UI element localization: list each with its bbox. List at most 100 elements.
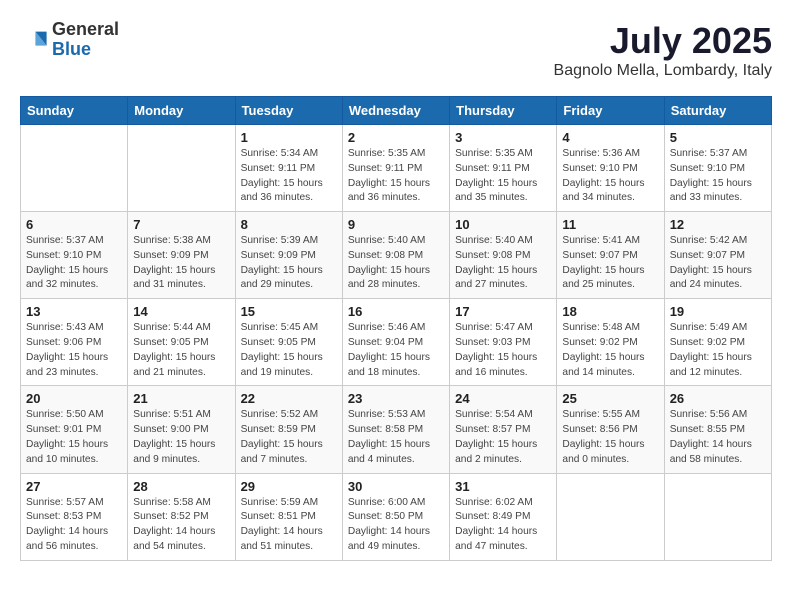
table-row: 7 Sunrise: 5:38 AM Sunset: 9:09 PM Daylig… <box>128 212 235 299</box>
table-row: 29 Sunrise: 5:59 AM Sunset: 8:51 PM Dayli… <box>235 473 342 560</box>
table-row: 30Sunrise: 6:00 AM Sunset: 8:50 PM Dayli… <box>342 473 449 560</box>
day-number: 7 <box>133 217 229 232</box>
col-tuesday: Tuesday <box>235 97 342 125</box>
logo: General Blue <box>20 20 119 60</box>
table-row: 13 Sunrise: 5:43 AM Sunset: 9:06 PM Dayli… <box>21 299 128 386</box>
day-number: 12 <box>670 217 766 232</box>
table-row: 28Sunrise: 5:58 AM Sunset: 8:52 PM Dayli… <box>128 473 235 560</box>
day-number: 10 <box>455 217 551 232</box>
table-row: 6Sunrise: 5:37 AM Sunset: 9:10 PM Daylig… <box>21 212 128 299</box>
day-number: 31 <box>455 479 551 494</box>
col-sunday: Sunday <box>21 97 128 125</box>
table-row: 18Sunrise: 5:48 AM Sunset: 9:02 PM Dayli… <box>557 299 664 386</box>
col-saturday: Saturday <box>664 97 771 125</box>
day-number: 23 <box>348 391 444 406</box>
day-number: 24 <box>455 391 551 406</box>
table-row: 20 Sunrise: 5:50 AM Sunset: 9:01 PM Dayli… <box>21 386 128 473</box>
day-info: Sunrise: 5:44 AM Sunset: 9:05 PM Dayligh… <box>133 321 229 380</box>
table-row: 10 Sunrise: 5:40 AM Sunset: 9:08 PM Dayli… <box>450 212 557 299</box>
day-info: Sunrise: 5:50 AM Sunset: 9:01 PM Dayligh… <box>26 408 122 467</box>
day-info: Sunrise: 5:57 AM Sunset: 8:53 PM Dayligh… <box>26 496 122 555</box>
logo-general: General <box>52 19 119 39</box>
day-info: Sunrise: 5:38 AM Sunset: 9:09 PM Dayligh… <box>133 234 229 293</box>
day-info: Sunrise: 5:52 AM Sunset: 8:59 PM Dayligh… <box>241 408 337 467</box>
day-number: 28 <box>133 479 229 494</box>
day-info: Sunrise: 5:46 AM Sunset: 9:04 PM Dayligh… <box>348 321 444 380</box>
calendar-week-3: 13 Sunrise: 5:43 AM Sunset: 9:06 PM Dayli… <box>21 299 772 386</box>
day-info: Sunrise: 5:41 AM Sunset: 9:07 PM Dayligh… <box>562 234 658 293</box>
calendar-table: Sunday Monday Tuesday Wednesday Thursday… <box>20 96 772 561</box>
table-row: 3Sunrise: 5:35 AM Sunset: 9:11 PM Daylig… <box>450 125 557 212</box>
day-info: Sunrise: 5:48 AM Sunset: 9:02 PM Dayligh… <box>562 321 658 380</box>
day-info: Sunrise: 5:54 AM Sunset: 8:57 PM Dayligh… <box>455 408 551 467</box>
day-number: 8 <box>241 217 337 232</box>
day-number: 16 <box>348 304 444 319</box>
table-row: 1 Sunrise: 5:34 AM Sunset: 9:11 PM Daylig… <box>235 125 342 212</box>
day-number: 1 <box>241 130 337 145</box>
calendar-week-4: 20 Sunrise: 5:50 AM Sunset: 9:01 PM Dayli… <box>21 386 772 473</box>
table-row <box>128 125 235 212</box>
calendar-header-row: Sunday Monday Tuesday Wednesday Thursday… <box>21 97 772 125</box>
location-title: Bagnolo Mella, Lombardy, Italy <box>554 62 772 80</box>
day-info: Sunrise: 5:42 AM Sunset: 9:07 PM Dayligh… <box>670 234 766 293</box>
table-row: 27 Sunrise: 5:57 AM Sunset: 8:53 PM Dayli… <box>21 473 128 560</box>
day-number: 27 <box>26 479 122 494</box>
day-number: 13 <box>26 304 122 319</box>
day-info: Sunrise: 5:59 AM Sunset: 8:51 PM Dayligh… <box>241 496 337 555</box>
day-number: 22 <box>241 391 337 406</box>
col-wednesday: Wednesday <box>342 97 449 125</box>
day-info: Sunrise: 5:35 AM Sunset: 9:11 PM Dayligh… <box>348 147 444 206</box>
day-info: Sunrise: 5:55 AM Sunset: 8:56 PM Dayligh… <box>562 408 658 467</box>
table-row: 31 Sunrise: 6:02 AM Sunset: 8:49 PM Dayli… <box>450 473 557 560</box>
day-info: Sunrise: 5:51 AM Sunset: 9:00 PM Dayligh… <box>133 408 229 467</box>
table-row: 16 Sunrise: 5:46 AM Sunset: 9:04 PM Dayli… <box>342 299 449 386</box>
day-number: 2 <box>348 130 444 145</box>
day-number: 26 <box>670 391 766 406</box>
day-number: 29 <box>241 479 337 494</box>
logo-blue: Blue <box>52 39 91 59</box>
table-row: 17Sunrise: 5:47 AM Sunset: 9:03 PM Dayli… <box>450 299 557 386</box>
table-row <box>21 125 128 212</box>
day-number: 4 <box>562 130 658 145</box>
day-number: 5 <box>670 130 766 145</box>
day-info: Sunrise: 5:35 AM Sunset: 9:11 PM Dayligh… <box>455 147 551 206</box>
table-row: 11 Sunrise: 5:41 AM Sunset: 9:07 PM Dayli… <box>557 212 664 299</box>
table-row: 24 Sunrise: 5:54 AM Sunset: 8:57 PM Dayli… <box>450 386 557 473</box>
day-info: Sunrise: 5:56 AM Sunset: 8:55 PM Dayligh… <box>670 408 766 467</box>
col-thursday: Thursday <box>450 97 557 125</box>
day-number: 11 <box>562 217 658 232</box>
day-number: 14 <box>133 304 229 319</box>
day-number: 19 <box>670 304 766 319</box>
table-row: 21 Sunrise: 5:51 AM Sunset: 9:00 PM Dayli… <box>128 386 235 473</box>
table-row: 19 Sunrise: 5:49 AM Sunset: 9:02 PM Dayli… <box>664 299 771 386</box>
day-info: Sunrise: 5:37 AM Sunset: 9:10 PM Dayligh… <box>670 147 766 206</box>
table-row <box>557 473 664 560</box>
day-info: Sunrise: 5:49 AM Sunset: 9:02 PM Dayligh… <box>670 321 766 380</box>
day-info: Sunrise: 5:43 AM Sunset: 9:06 PM Dayligh… <box>26 321 122 380</box>
day-info: Sunrise: 5:45 AM Sunset: 9:05 PM Dayligh… <box>241 321 337 380</box>
table-row: 12 Sunrise: 5:42 AM Sunset: 9:07 PM Dayli… <box>664 212 771 299</box>
table-row: 9Sunrise: 5:40 AM Sunset: 9:08 PM Daylig… <box>342 212 449 299</box>
day-info: Sunrise: 6:02 AM Sunset: 8:49 PM Dayligh… <box>455 496 551 555</box>
day-info: Sunrise: 5:40 AM Sunset: 9:08 PM Dayligh… <box>455 234 551 293</box>
day-info: Sunrise: 5:37 AM Sunset: 9:10 PM Dayligh… <box>26 234 122 293</box>
logo-icon <box>20 26 48 54</box>
table-row: 4 Sunrise: 5:36 AM Sunset: 9:10 PM Daylig… <box>557 125 664 212</box>
col-friday: Friday <box>557 97 664 125</box>
table-row: 25Sunrise: 5:55 AM Sunset: 8:56 PM Dayli… <box>557 386 664 473</box>
day-info: Sunrise: 5:36 AM Sunset: 9:10 PM Dayligh… <box>562 147 658 206</box>
logo-text: General Blue <box>52 20 119 60</box>
page-header: General Blue July 2025 Bagnolo Mella, Lo… <box>20 20 772 80</box>
day-number: 15 <box>241 304 337 319</box>
calendar-week-1: 1 Sunrise: 5:34 AM Sunset: 9:11 PM Daylig… <box>21 125 772 212</box>
day-number: 20 <box>26 391 122 406</box>
day-info: Sunrise: 5:47 AM Sunset: 9:03 PM Dayligh… <box>455 321 551 380</box>
table-row: 8Sunrise: 5:39 AM Sunset: 9:09 PM Daylig… <box>235 212 342 299</box>
day-number: 21 <box>133 391 229 406</box>
table-row: 26 Sunrise: 5:56 AM Sunset: 8:55 PM Dayli… <box>664 386 771 473</box>
day-info: Sunrise: 6:00 AM Sunset: 8:50 PM Dayligh… <box>348 496 444 555</box>
calendar-week-2: 6Sunrise: 5:37 AM Sunset: 9:10 PM Daylig… <box>21 212 772 299</box>
title-block: July 2025 Bagnolo Mella, Lombardy, Italy <box>554 20 772 80</box>
table-row: 14 Sunrise: 5:44 AM Sunset: 9:05 PM Dayli… <box>128 299 235 386</box>
day-info: Sunrise: 5:34 AM Sunset: 9:11 PM Dayligh… <box>241 147 337 206</box>
